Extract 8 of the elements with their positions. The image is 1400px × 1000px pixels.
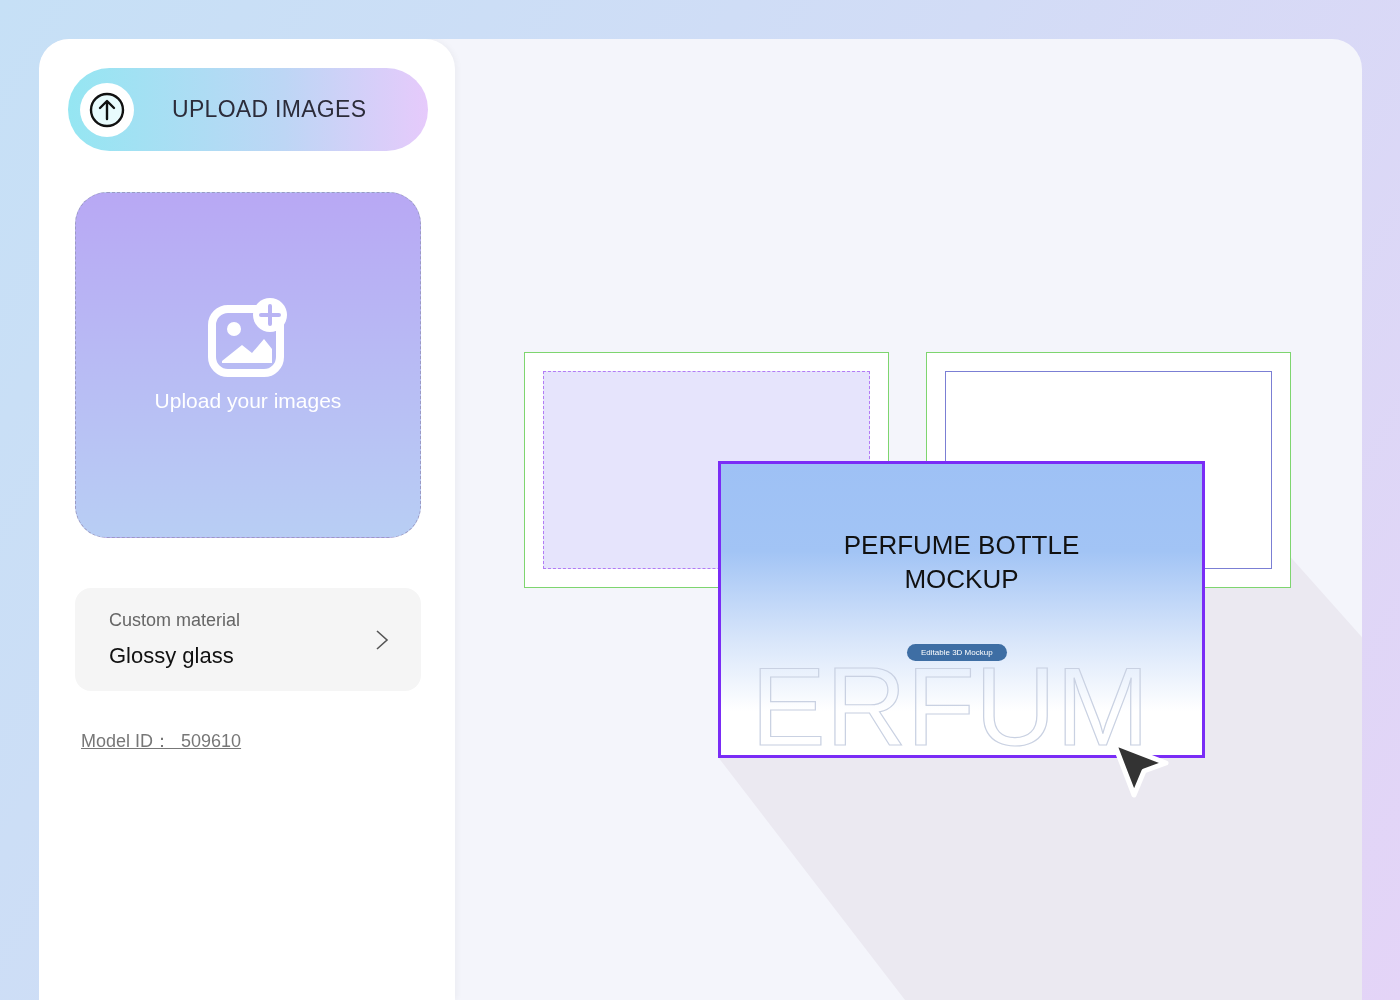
model-id-link[interactable]: Model ID： 509610: [81, 729, 242, 753]
mockup-title: PERFUME BOTTLE MOCKUP: [842, 529, 1081, 596]
upload-icon: [89, 91, 125, 128]
mockup-badge: Editable 3D Mockup: [907, 644, 1007, 661]
add-image-icon: [208, 297, 288, 377]
material-selector[interactable]: Custom material Glossy glass: [75, 588, 421, 691]
upload-images-button[interactable]: UPLOAD IMAGES: [68, 68, 428, 151]
chevron-right-icon: [375, 628, 389, 651]
